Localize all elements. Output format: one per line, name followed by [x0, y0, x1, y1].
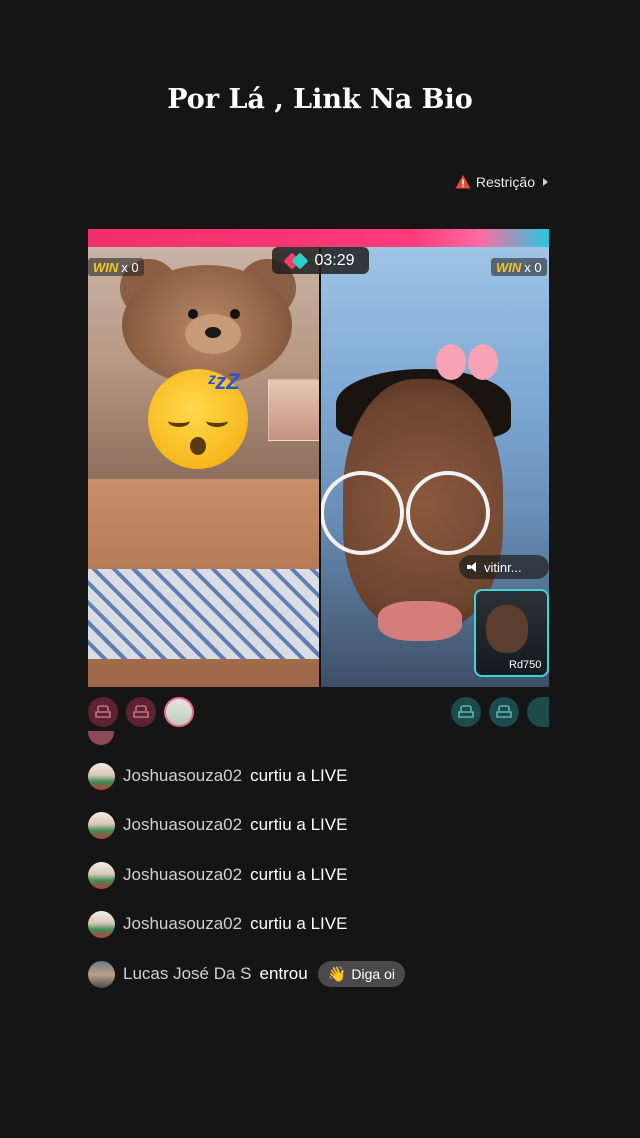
guest-face: [486, 605, 528, 653]
join-user[interactable]: Lucas José Da S: [123, 964, 252, 984]
left-swimsuit: [88, 569, 319, 659]
restriction-link[interactable]: Restrição: [455, 174, 548, 190]
avatar[interactable]: [88, 861, 115, 889]
win-count: x 0: [121, 259, 139, 275]
audio-guest-name: vitinr...: [484, 559, 522, 575]
battle-logo-icon: [283, 252, 309, 269]
warning-icon: [455, 175, 471, 189]
guest-avatar[interactable]: [164, 697, 194, 727]
waving-hand-icon: 👋: [327, 966, 347, 983]
guest-name: Rd750: [509, 659, 542, 671]
guest-video-thumbnail[interactable]: Rd750: [474, 589, 549, 677]
comment-action: curtiu a LIVE: [250, 766, 348, 785]
bear-nose: [205, 327, 221, 338]
comment-user[interactable]: Joshuasouza02: [123, 766, 242, 786]
say-hi-label: Diga oi: [351, 966, 395, 982]
right-guest-seats: [451, 697, 549, 729]
comment-user[interactable]: Joshuasouza02: [123, 815, 242, 835]
comment-user[interactable]: Joshuasouza02: [123, 914, 242, 934]
glasses-filter-left: [320, 471, 404, 555]
empty-seat-icon[interactable]: [451, 697, 481, 727]
win-label: WIN: [496, 259, 522, 275]
join-row[interactable]: Lucas José Da S entrou 👋 Diga oi: [88, 959, 405, 989]
left-guest-seats: [88, 697, 194, 729]
say-hi-button[interactable]: 👋 Diga oi: [317, 961, 405, 987]
battle-timer: 03:29: [272, 247, 369, 274]
avatar[interactable]: [88, 762, 115, 790]
left-background-photo: [268, 379, 321, 441]
chevron-right-icon: [543, 178, 548, 186]
comment-user[interactable]: Joshuasouza02: [123, 865, 242, 885]
page-title: Por Lá , Link Na Bio: [167, 84, 473, 115]
live-battle-view[interactable]: ᶻzZ 03:29 WIN x 0 WIN x 0 vitinr... Rd75…: [88, 229, 549, 687]
avatar[interactable]: [88, 910, 115, 938]
bear-eye-right: [230, 309, 240, 319]
comment-row[interactable]: Joshuasouza02 curtiu a LIVE: [88, 810, 347, 840]
audio-guest-pill[interactable]: vitinr...: [459, 555, 549, 579]
zzz-icon: ᶻzZ: [208, 369, 240, 394]
win-count: x 0: [524, 259, 542, 275]
comment-action: curtiu a LIVE: [250, 914, 348, 933]
glasses-filter-right: [406, 471, 490, 555]
bow-filter: [436, 344, 500, 386]
restriction-label: Restrição: [475, 174, 535, 190]
comment-action: curtiu a LIVE: [250, 865, 348, 884]
split-divider: [319, 247, 321, 687]
win-label: WIN: [93, 259, 119, 275]
comment-row[interactable]: Joshuasouza02 curtiu a LIVE: [88, 860, 347, 890]
left-win-streak: WIN x 0: [88, 258, 144, 276]
avatar[interactable]: [88, 960, 115, 988]
comment-action: curtiu a LIVE: [250, 815, 348, 834]
empty-seat-icon[interactable]: [88, 697, 118, 727]
join-action: entrou: [259, 964, 308, 983]
empty-seat-icon[interactable]: [489, 697, 519, 727]
battle-score-bar: [88, 229, 549, 247]
empty-seat-icon[interactable]: [527, 697, 549, 727]
empty-seat-icon[interactable]: [126, 697, 156, 727]
right-win-streak: WIN x 0: [491, 258, 547, 276]
comment-row[interactable]: Joshuasouza02 curtiu a LIVE: [88, 909, 347, 939]
timer-value: 03:29: [314, 251, 355, 269]
comment-row[interactable]: Joshuasouza02 curtiu a LIVE: [88, 761, 347, 791]
clipped-comment-avatar: [88, 731, 114, 745]
speaker-icon: [467, 561, 479, 573]
avatar[interactable]: [88, 811, 115, 839]
right-mouth: [378, 601, 462, 641]
